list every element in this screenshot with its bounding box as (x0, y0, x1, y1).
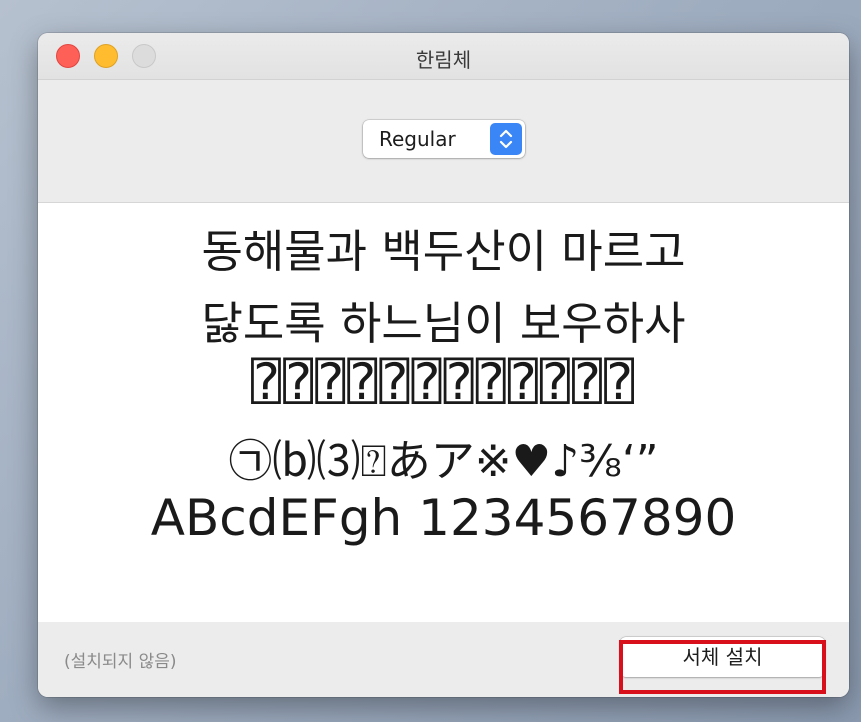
title-bar: 한림체 (38, 33, 849, 80)
preview-text-line: 닳도록 하느님이 보우하사 (201, 297, 686, 350)
preview-symbols-line: ㉠⒝⑶⍰あア※♥♪⅜‘” (228, 436, 659, 487)
preview-missing-glyphs-line: ⍰⍰⍰⍰⍰⍰⍰⍰⍰⍰⍰⍰ (250, 353, 637, 411)
font-preview-window: 한림체 Regular 동해물과 백두산이 마르고 닳도록 하느님이 보우하사 … (38, 33, 849, 697)
font-style-select-value: Regular (379, 127, 456, 151)
font-preview-area: 동해물과 백두산이 마르고 닳도록 하느님이 보우하사 ⍰⍰⍰⍰⍰⍰⍰⍰⍰⍰⍰⍰… (38, 202, 849, 623)
font-style-select[interactable]: Regular (363, 120, 525, 158)
preview-latin-digits-line: ABcdEFgh 1234567890 (150, 489, 737, 547)
window-title: 한림체 (415, 48, 472, 72)
install-font-button[interactable]: 서체 설치 (620, 637, 825, 677)
chevron-up-down-icon[interactable] (490, 123, 522, 155)
style-selector-area: Regular (38, 80, 849, 202)
preview-text-line: 동해물과 백두산이 마르고 (201, 225, 686, 278)
footer-bar: (설치되지 않음) 서체 설치 (38, 622, 849, 697)
install-status-text: (설치되지 않음) (64, 652, 177, 672)
